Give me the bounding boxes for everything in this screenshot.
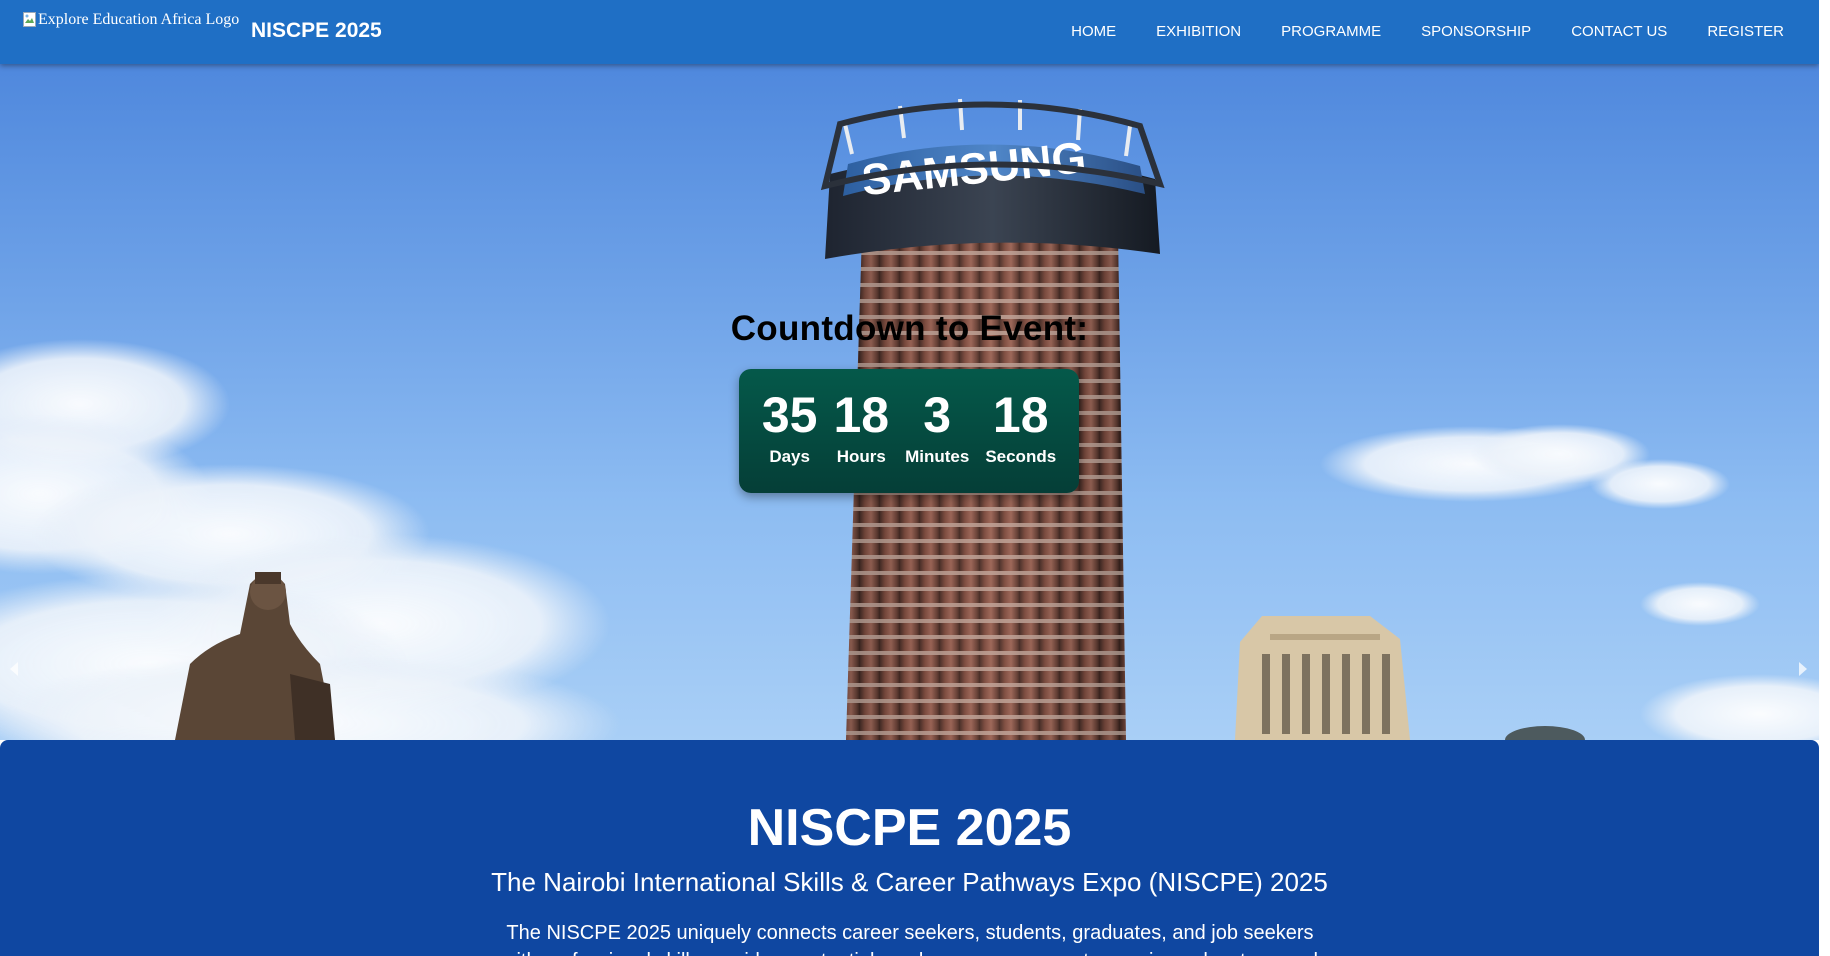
site-title[interactable]: NISCPE 2025 bbox=[251, 19, 382, 43]
countdown-seconds-value: 18 bbox=[992, 387, 1049, 443]
nav-link-sponsorship[interactable]: SPONSORSHIP bbox=[1401, 0, 1551, 64]
broken-image-icon bbox=[23, 11, 37, 27]
logo-image[interactable]: Explore Education Africa Logo bbox=[23, 11, 239, 29]
event-info-section: NISCPE 2025 The Nairobi International Sk… bbox=[0, 740, 1819, 956]
countdown-days-value: 35 bbox=[761, 387, 818, 443]
nav-link-programme[interactable]: PROGRAMME bbox=[1261, 0, 1401, 64]
page: Explore Education Africa Logo NISCPE 202… bbox=[0, 0, 1819, 956]
top-navbar: Explore Education Africa Logo NISCPE 202… bbox=[0, 0, 1819, 64]
event-title: NISCPE 2025 bbox=[747, 799, 1072, 857]
countdown-timer: 35 Days 18 Hours 3 Minutes 18 Seconds bbox=[739, 369, 1079, 493]
countdown-minutes-label: Minutes bbox=[905, 447, 970, 466]
nav-link-contact-us[interactable]: CONTACT US bbox=[1551, 0, 1687, 64]
countdown-hours-value: 18 bbox=[833, 387, 890, 443]
logo-alt-text: Explore Education Africa Logo bbox=[38, 11, 240, 28]
page-scrollbar[interactable] bbox=[1819, 0, 1830, 956]
countdown-minutes: 3 Minutes bbox=[905, 389, 969, 467]
countdown-seconds: 18 Seconds bbox=[985, 389, 1056, 467]
event-description: The NISCPE 2025 uniquely connects career… bbox=[502, 922, 1318, 956]
countdown-days-label: Days bbox=[769, 447, 810, 466]
nav-link-register[interactable]: REGISTER bbox=[1687, 0, 1804, 64]
chevron-left-icon[interactable] bbox=[8, 661, 20, 677]
hero-carousel: SAMSUNG Countdown to Event: 35 Days 18 H… bbox=[0, 64, 1819, 740]
chevron-right-icon[interactable] bbox=[1797, 661, 1809, 677]
countdown-hours-label: Hours bbox=[836, 447, 886, 466]
nav-link-home[interactable]: HOME bbox=[1051, 0, 1136, 64]
nav-link-exhibition[interactable]: EXHIBITION bbox=[1136, 0, 1261, 64]
countdown-title: Countdown to Event: bbox=[730, 309, 1089, 348]
countdown-hours: 18 Hours bbox=[833, 389, 889, 467]
tower-crown: SAMSUNG bbox=[820, 98, 1165, 259]
countdown-minutes-value: 3 bbox=[923, 387, 952, 443]
countdown-days: 35 Days bbox=[762, 389, 818, 467]
countdown-seconds-label: Seconds bbox=[985, 447, 1057, 466]
building-right bbox=[1235, 616, 1410, 740]
main-nav: HOME EXHIBITION PROGRAMME SPONSORSHIP CO… bbox=[1051, 0, 1804, 64]
event-subtitle: The Nairobi International Skills & Caree… bbox=[491, 867, 1328, 897]
